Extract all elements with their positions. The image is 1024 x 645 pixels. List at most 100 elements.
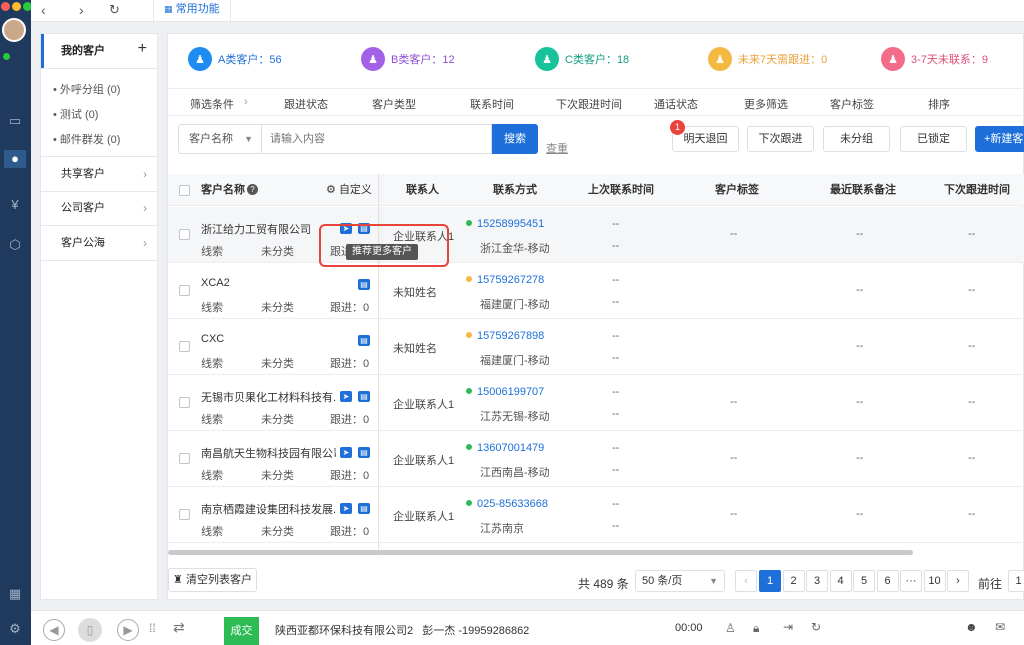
ungrouped-button[interactable]: 未分组	[823, 126, 890, 152]
table-row[interactable]: 南京栖霞建设集团科技发展... ➤ ▤ 线索 未分类 跟进：0 企业联系人1 025-8563…	[168, 487, 1024, 543]
row-checkbox[interactable]	[179, 341, 190, 352]
tab-common-functions[interactable]: ▦ 常用功能	[153, 0, 231, 22]
page-current[interactable]: 1	[759, 570, 781, 592]
row-checkbox[interactable]	[179, 397, 190, 408]
page-number[interactable]: ···	[900, 570, 922, 592]
transfer-icon[interactable]: ♙	[725, 621, 736, 635]
close-window-dot[interactable]	[1, 2, 10, 11]
help-icon[interactable]: ?	[247, 184, 258, 195]
filter-sort[interactable]: 排序	[928, 96, 950, 112]
locked-button[interactable]: 已锁定	[900, 126, 967, 152]
filter-customer-tags[interactable]: 客户标签	[830, 96, 874, 112]
page-number[interactable]: 2	[782, 570, 805, 592]
search-button[interactable]: 搜索	[492, 124, 538, 154]
page-number[interactable]: 3	[806, 570, 828, 592]
page-number[interactable]: 6	[876, 570, 899, 592]
row-checkbox[interactable]	[179, 285, 190, 296]
phone-link[interactable]: 025-85633668	[466, 498, 548, 510]
row-checkbox[interactable]	[179, 509, 190, 520]
export-icon[interactable]: ⇥	[783, 620, 793, 634]
add-group-icon[interactable]: +	[138, 40, 147, 58]
dialpad-icon[interactable]: ⁞⁞	[149, 621, 156, 635]
filter-follow-status[interactable]: 跟进状态	[284, 96, 328, 112]
table-row[interactable]: 南昌航天生物科技园有限公司 ➤ ▤ 线索 未分类 跟进：0 企业联系人1 1360700147…	[168, 431, 1024, 487]
message-icon[interactable]: ✉	[995, 620, 1005, 634]
page-size-select[interactable]: 50 条/页 ▼	[635, 570, 725, 592]
contact-card-icon[interactable]: ▤	[358, 447, 370, 458]
contact-card-icon[interactable]: ▤	[358, 335, 370, 346]
avatar[interactable]	[2, 18, 26, 42]
row-checkbox[interactable]	[179, 229, 190, 240]
next-follow-button[interactable]: 下次跟进	[747, 126, 814, 152]
phone-link[interactable]: 15759267278	[466, 274, 544, 286]
page-number[interactable]: 4	[829, 570, 852, 592]
filter-contact-time[interactable]: 联系时间	[470, 96, 514, 112]
stat-chip[interactable]: ♟ B类客户：12	[351, 42, 476, 76]
sidebar-item-pool[interactable]: 客户公海 ›	[41, 226, 159, 260]
filter-next-follow-time[interactable]: 下次跟进时间	[556, 96, 622, 112]
phone-link[interactable]: 15759267898	[466, 330, 544, 342]
send-icon[interactable]: ➤	[340, 391, 352, 402]
swap-icon[interactable]: ⇄	[173, 619, 185, 636]
customer-icon[interactable]: ●	[4, 150, 26, 168]
send-icon[interactable]: ➤	[340, 503, 352, 514]
settings-gear-icon[interactable]: ⚙	[4, 620, 26, 638]
table-row[interactable]: 浙江给力工贸有限公司➤▤线索未分类跟进：0企业联系人115258995451浙江…	[168, 207, 1024, 263]
prev-call-icon[interactable]: ◀	[43, 619, 65, 641]
sidebar-subitem-email[interactable]: • 邮件群发 (0)	[53, 131, 120, 147]
back-arrow-icon[interactable]: ‹	[41, 2, 46, 18]
robot-icon[interactable]: ☻	[965, 620, 978, 634]
page-number[interactable]: 10	[923, 570, 946, 592]
table-row[interactable]: CXC ▤ 线索 未分类 跟进：0 未知姓名 15759267898 福建厦门-移动 -- -- -…	[168, 319, 1024, 375]
customer-name-link[interactable]: 南京栖霞建设集团科技发展...	[201, 501, 336, 517]
yen-icon[interactable]: ¥	[4, 196, 26, 214]
contact-card-icon[interactable]: ▤	[358, 503, 370, 514]
phone-icon[interactable]: ▯	[78, 618, 102, 642]
minimize-window-dot[interactable]	[12, 2, 21, 11]
goto-page-input[interactable]: 1	[1008, 570, 1024, 592]
chart-icon[interactable]: ▭	[4, 112, 26, 130]
customer-name-link[interactable]: XCA2	[201, 277, 230, 289]
customer-name-link[interactable]: 浙江给力工贸有限公司	[201, 221, 311, 237]
filter-customer-type[interactable]: 客户类型	[372, 96, 416, 112]
customer-name-link[interactable]: CXC	[201, 333, 224, 345]
horizontal-scrollbar[interactable]	[168, 550, 913, 555]
contact-card-icon[interactable]: ▤	[358, 279, 370, 290]
cube-icon[interactable]: ⬡	[4, 236, 26, 254]
sidebar-subitem-outbound[interactable]: • 外呼分组 (0)	[53, 81, 120, 97]
filter-conditions[interactable]: 筛选条件	[190, 96, 234, 112]
send-icon[interactable]: ➤	[340, 447, 352, 458]
customer-name-link[interactable]: 南昌航天生物科技园有限公司	[201, 445, 336, 461]
stat-chip[interactable]: ♟ 未来7天需跟进：0	[698, 42, 848, 76]
clear-list-button[interactable]: ♜ 清空列表客户	[168, 568, 257, 592]
phone-link[interactable]: 13607001479	[466, 442, 544, 454]
refresh-icon[interactable]: ↻	[109, 2, 120, 18]
contact-card-icon[interactable]: ▤	[358, 391, 370, 402]
select-all-checkbox[interactable]	[179, 185, 190, 196]
apps-grid-icon[interactable]: ▦	[4, 585, 26, 603]
dedupe-link[interactable]: 查重	[546, 140, 568, 156]
phone-link[interactable]: 15006199707	[466, 386, 544, 398]
deal-button[interactable]: 成交	[224, 617, 259, 645]
filter-more[interactable]: 更多筛选	[744, 96, 788, 112]
customer-name-link[interactable]: 无锡市贝果化工材料科技有...	[201, 389, 336, 405]
search-input[interactable]	[261, 124, 492, 154]
customize-columns-button[interactable]: ⚙ 自定义	[326, 174, 372, 206]
page-number[interactable]: 5	[853, 570, 875, 592]
search-field-select[interactable]: 客户名称 ▼	[178, 124, 261, 154]
stat-chip[interactable]: ♟ 3-7天未联系：9	[871, 42, 1021, 76]
table-row[interactable]: 无锡市贝果化工材料科技有... ➤ ▤ 线索 未分类 跟进：0 企业联系人1 15006199…	[168, 375, 1024, 431]
prev-page-button[interactable]: ‹	[735, 570, 757, 592]
sidebar-item-shared[interactable]: 共享客户 ›	[41, 157, 159, 191]
lock-icon[interactable]: 🔒︎	[753, 621, 759, 636]
next-call-icon[interactable]: ▶	[117, 619, 139, 641]
stat-chip[interactable]: ♟ C类客户：18	[525, 42, 650, 76]
redial-icon[interactable]: ↻	[811, 620, 821, 634]
stat-chip[interactable]: ♟ A类客户：56	[178, 42, 303, 76]
col-header-name[interactable]: 客户名称	[201, 174, 245, 206]
sidebar-subitem-test[interactable]: • 测试 (0)	[53, 106, 98, 122]
new-customer-button[interactable]: +新建客户	[975, 126, 1024, 152]
table-row[interactable]: XCA2 ▤ 线索 未分类 跟进：0 未知姓名 15759267278 福建厦门-移动 -- --…	[168, 263, 1024, 319]
next-page-button[interactable]: ›	[947, 570, 969, 592]
phone-link[interactable]: 15258995451	[466, 218, 544, 230]
